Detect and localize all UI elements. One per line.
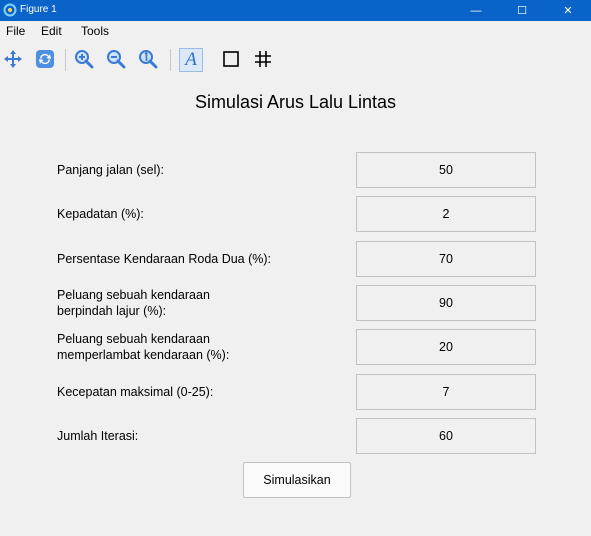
menu-edit[interactable]: Edit: [41, 24, 62, 38]
field-label-roda-dua: Persentase Kendaraan Roda Dua (%):: [57, 252, 272, 266]
field-value-memperlambat[interactable]: 20: [356, 329, 536, 365]
close-button[interactable]: ✕: [545, 0, 591, 21]
minimize-icon: —: [470, 4, 482, 17]
field-label-kepadatan: Kepadatan (%):: [57, 207, 144, 221]
menu-bar: File Edit Tools: [0, 21, 591, 41]
refresh-icon: [36, 50, 54, 68]
field-value-kecepatan[interactable]: 7: [356, 374, 536, 410]
field-value-pindah-lajur[interactable]: 90: [356, 285, 536, 321]
menu-file[interactable]: File: [6, 24, 25, 38]
field-value-iterasi[interactable]: 60: [356, 418, 536, 454]
text-tool-button[interactable]: A: [179, 48, 203, 72]
app-icon: [3, 3, 17, 17]
form-title: Simulasi Arus Lalu Lintas: [194, 92, 397, 112]
menu-tools[interactable]: Tools: [81, 24, 109, 38]
grid-tool-button[interactable]: [253, 49, 273, 69]
field-value-panjang-jalan[interactable]: 50: [356, 152, 536, 188]
field-label-memperlambat: Peluang sebuah kendaraan memperlambat ke…: [57, 332, 230, 362]
field-label-panjang-jalan: Panjang jalan (sel):: [57, 163, 165, 177]
toolbar-separator: [65, 49, 66, 71]
maximize-icon: ☐: [517, 5, 527, 17]
refresh-button[interactable]: [35, 49, 55, 69]
zoom-in-icon: [75, 50, 94, 69]
title-bar: Figure 1 — ☐ ✕: [0, 0, 591, 21]
maximize-button[interactable]: ☐: [499, 0, 545, 21]
field-label-kecepatan: Kecepatan maksimal (0-25):: [57, 385, 214, 399]
field-value-roda-dua[interactable]: 70: [356, 241, 536, 277]
minimize-button[interactable]: —: [453, 0, 499, 21]
text-icon: A: [185, 49, 197, 70]
move-tool-button[interactable]: [3, 49, 23, 69]
zoom-out-button[interactable]: [106, 49, 126, 69]
simulate-button[interactable]: Simulasikan: [243, 462, 351, 498]
window-title: Figure 1: [20, 4, 57, 15]
grid-icon: [255, 51, 271, 67]
zoom-in-button[interactable]: [74, 49, 94, 69]
rectangle-tool-button[interactable]: [221, 49, 241, 69]
close-icon: ✕: [563, 5, 573, 17]
zoom-reset-icon: [139, 50, 158, 69]
toolbar-separator: [170, 49, 171, 71]
rectangle-icon: [223, 51, 239, 67]
zoom-reset-button[interactable]: [138, 49, 158, 69]
field-label-pindah-lajur: Peluang sebuah kendaraan berpindah lajur…: [57, 288, 210, 318]
toolbar: A: [0, 42, 591, 76]
move-icon: [4, 50, 22, 68]
zoom-out-icon: [107, 50, 126, 69]
field-value-kepadatan[interactable]: 2: [356, 196, 536, 232]
field-label-iterasi: Jumlah Iterasi:: [57, 429, 139, 443]
